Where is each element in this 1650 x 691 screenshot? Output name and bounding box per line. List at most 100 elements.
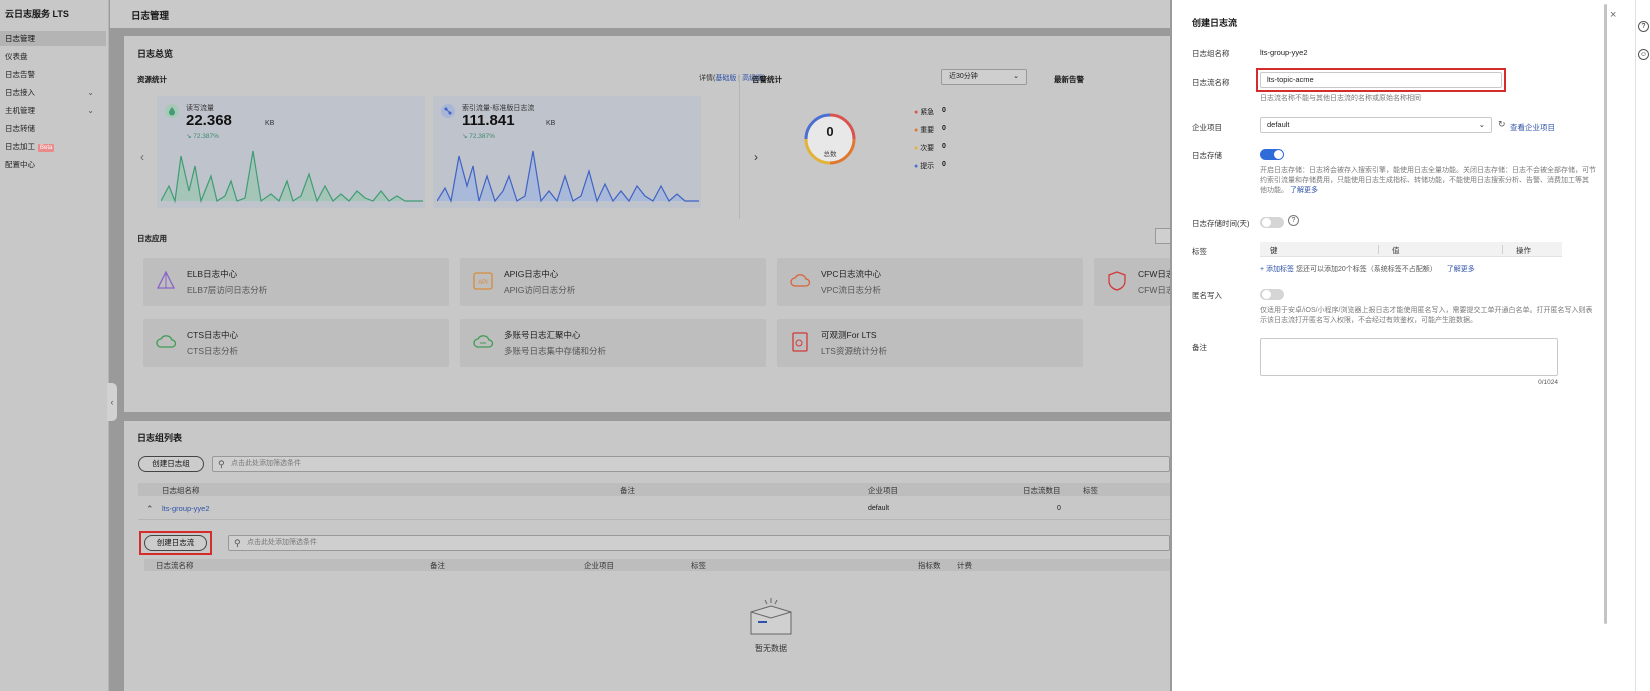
col-enterprise: 企业项目 [584, 561, 614, 570]
help-icon[interactable]: ? [1638, 21, 1649, 32]
carousel-prev-icon[interactable]: ‹ [140, 150, 144, 164]
shield-icon [1108, 271, 1126, 291]
chevron-up-icon[interactable]: ⌃ [146, 504, 154, 515]
divider [1502, 245, 1503, 254]
refresh-icon[interactable]: ↻ [1498, 119, 1506, 130]
anon-write-toggle[interactable] [1260, 289, 1284, 300]
index-sparkline [437, 150, 699, 203]
divider [739, 74, 740, 219]
storage-learn-more-link[interactable]: 了解更多 [1290, 187, 1318, 194]
alarm-level-label: 次要 [920, 145, 935, 152]
sidebar-item-processing[interactable]: 日志加工 Beta [0, 139, 106, 154]
sidebar-item-alarm[interactable]: 日志告警 [0, 67, 106, 82]
log-group-card: 日志组列表 创建日志组 ⚲ 点击此处添加筛选条件 日志组名称 备注 企业项目 日志… [124, 421, 1170, 691]
sidebar-item-ingestion[interactable]: 日志接入 ⌄ [0, 85, 106, 100]
app-card-apig[interactable]: API APIG日志中心 APIG访问日志分析 [460, 258, 766, 306]
tag-learn-more-link[interactable]: 了解更多 [1447, 266, 1475, 273]
add-tag-link[interactable]: + 添加标签 [1260, 266, 1294, 273]
sidebar-item-dashboard[interactable]: 仪表盘 [0, 49, 106, 64]
search-icon: ⚲ [218, 459, 225, 469]
app-subtitle: 多账号日志集中存储和分析 [504, 346, 607, 356]
apps-more-button[interactable] [1155, 228, 1170, 244]
alarm-level-label: 重要 [920, 127, 935, 134]
sidebar-item-label: 仪表盘 [5, 52, 28, 61]
storage-label: 日志存储 [1192, 151, 1222, 160]
help-icon[interactable]: ? [1288, 215, 1299, 226]
drop-icon [165, 104, 179, 118]
smile-icon[interactable]: ☺ [1638, 49, 1649, 60]
sidebar-item-label: 配置中心 [5, 160, 35, 169]
sidebar-item-transfer[interactable]: 日志转储 [0, 121, 106, 136]
stream-name-label: 日志流名称 [1192, 78, 1230, 87]
resource-stats-title: 资源统计 [137, 75, 167, 84]
app-card-observe[interactable]: 可观测For LTS LTS资源统计分析 [777, 319, 1083, 367]
enterprise-select[interactable]: default ⌄ [1260, 117, 1492, 133]
sidebar-item-label: 日志管理 [5, 34, 35, 43]
tag-col-action: 操作 [1516, 246, 1531, 255]
sidebar-item-log-management[interactable]: 日志管理 [0, 31, 106, 46]
right-rail: ? ☺ [1635, 0, 1650, 691]
group-name-value: lts-group-yye2 [1260, 48, 1308, 57]
alarm-level-label: 提示 [920, 163, 935, 170]
sidebar-item-label: 主机管理 [5, 106, 35, 115]
enterprise-value: default [1267, 120, 1290, 129]
empty-box-icon [750, 598, 792, 635]
service-title: 云日志服务 LTS [5, 9, 69, 19]
view-enterprise-link[interactable]: 查看企业项目 [1510, 122, 1555, 133]
col-tags: 标签 [1083, 486, 1098, 495]
create-group-button[interactable]: 创建日志组 [138, 456, 204, 472]
app-card-elb[interactable]: ELB日志中心 ELB7层访问日志分析 [143, 258, 449, 306]
table-row[interactable]: ⌃ lts-group-yye2 default 0 [138, 500, 1170, 520]
anon-hint-1: 仅适用于安卓/iOS/小程序/浏览器上报日志才能使用匿名写入，需要提交工单开通白… [1260, 307, 1593, 314]
col-group-name: 日志组名称 [162, 486, 200, 495]
close-icon[interactable]: × [1610, 9, 1616, 21]
read-write-change-text: 72.387% [193, 133, 219, 140]
stream-name-hint: 日志流名称不能与其他日志流的名称或原始名称相同 [1260, 95, 1421, 102]
tag-table-header: 键 值 操作 [1260, 242, 1562, 257]
alarm-donut [804, 113, 856, 165]
app-title: APIG日志中心 [504, 269, 559, 279]
index-change-text: 72.387% [469, 133, 495, 140]
observe-doc-icon [792, 332, 808, 352]
col-metrics: 指标数 [918, 561, 941, 570]
col-tags: 标签 [691, 561, 706, 570]
alarm-range-value: 近30分钟 [949, 73, 978, 80]
highlight-stream-name [1256, 68, 1506, 92]
alarm-level-minor: ● 次要 0 [914, 143, 946, 153]
col-stream-count: 日志流数目 [1023, 486, 1061, 495]
chevron-down-icon: ⌄ [1478, 120, 1485, 129]
detail-basic-link[interactable]: 基础版 [715, 75, 736, 82]
retention-toggle[interactable] [1260, 217, 1284, 228]
anon-write-label: 匿名写入 [1192, 291, 1222, 300]
storage-toggle[interactable] [1260, 149, 1284, 160]
app-subtitle: CFW日志 [1138, 285, 1170, 295]
group-name-link[interactable]: lts-group-yye2 [162, 504, 210, 513]
anon-hint-2: 示该日志流打开匿名写入权限，不会经过有效鉴权，可能产生脏数据。 [1260, 317, 1477, 324]
alarm-level-value: 0 [942, 161, 946, 168]
read-write-unit: KB [265, 120, 275, 127]
app-card-vpc[interactable]: VPC日志流中心 VPC流日志分析 [777, 258, 1083, 306]
retention-label: 日志存储时间(天) [1192, 219, 1250, 228]
svg-text:API: API [478, 280, 488, 286]
remark-textarea[interactable] [1260, 338, 1558, 376]
carousel-next-icon[interactable]: › [754, 150, 758, 164]
app-title: CTS日志中心 [187, 330, 239, 340]
alarm-range-select[interactable]: 近30分钟 ⌄ [941, 69, 1027, 85]
detail-prefix: 详情( [699, 75, 716, 82]
tag-col-value: 值 [1392, 246, 1400, 255]
app-card-cts[interactable]: CTS日志中心 CTS日志分析 [143, 319, 449, 367]
sidebar-item-config[interactable]: 配置中心 [0, 157, 106, 172]
group-search-input[interactable]: ⚲ 点击此处添加筛选条件 [212, 456, 1170, 472]
create-stream-drawer: 创建日志流 × 日志组名称 lts-group-yye2 日志流名称 lts-t… [1172, 0, 1635, 691]
stream-search-input[interactable]: ⚲ 点击此处添加筛选条件 [228, 535, 1170, 551]
divider [1378, 245, 1379, 254]
index-panel: 索引流量-标准版日志流 111.841 KB ↘ 72.387% [433, 96, 701, 208]
app-card-cfw[interactable]: CFW日志 CFW日志 [1094, 258, 1170, 306]
tags-label: 标签 [1192, 247, 1207, 256]
app-card-multi-account[interactable]: 多账号日志汇聚中心 多账号日志集中存储和分析 [460, 319, 766, 367]
drawer-scrollbar[interactable] [1604, 4, 1607, 624]
sidebar-collapse-handle[interactable]: ‹ [107, 383, 117, 421]
empty-text: 暂无数据 [755, 644, 787, 653]
index-value: 111.841 [462, 112, 515, 129]
sidebar-item-host[interactable]: 主机管理 ⌄ [0, 103, 106, 118]
